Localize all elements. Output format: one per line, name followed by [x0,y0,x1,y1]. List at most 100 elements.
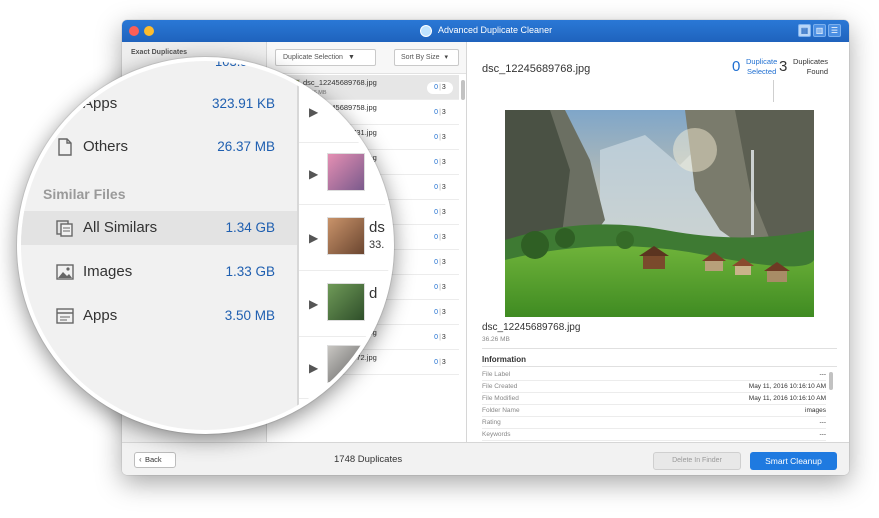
sidebar-item-others[interactable]: Others 26.37 MB [21,130,297,164]
sidebar-item-label: All Similars [83,219,158,236]
duplicates-selected-label: Duplicate Selected [746,57,778,76]
info-divider-top [482,348,837,349]
row-selection-count: 0|3 [434,109,446,116]
sort-dropdown-label: Sort By Size [401,54,440,61]
duplicates-selected-stat: 0 Duplicate Selected [732,55,777,85]
sidebar-item-images[interactable]: Images 1.33 GB [21,255,297,289]
row-selection-count: 0|3 [434,209,446,216]
sidebar-item-size: 26.37 MB [217,139,275,154]
detail-title: dsc_12245689768.jpg [482,63,591,75]
play-icon: ▶ [309,167,319,181]
bottom-bar: ‹ Back 1748 Duplicates Delete In Finder … [122,442,849,475]
info-value: May 11, 2016 10:16:10 AM [748,383,826,390]
back-button[interactable]: ‹ Back [134,452,176,468]
detail-panel: dsc_12245689768.jpg 0 Duplicate Selected … [468,42,849,453]
info-value: May 11, 2016 10:16:10 AM [748,395,826,402]
info-row: Keywords --- [482,429,826,441]
duplicates-found-stat: 3 Duplicates Found [779,55,839,85]
magnified-list-row[interactable]: ▶ d [299,271,390,337]
document-icon [55,137,75,157]
sidebar-item-size: 1.34 GB [225,220,275,235]
sort-dropdown[interactable]: Sort By Size ▾ [394,49,459,66]
play-icon: ▶ [309,231,319,245]
row-selection-count: 0|3 [434,359,446,366]
sidebar-item-all-similars[interactable]: All Similars 1.34 GB [21,211,297,245]
row-selection-count: 0|3 [434,184,446,191]
duplicates-found-count: 3 [779,58,788,75]
row-selection-count: 0|3 [434,334,446,341]
preview-file-size: 36.26 MB [482,336,510,343]
sidebar-item-size: 323.91 KB [211,96,275,111]
magnified-file-name: ds [369,219,385,236]
duplicates-total: 1748 Duplicates [334,454,403,465]
row-selection-count: 0|3 [434,234,446,241]
sidebar-item-size: 1.33 GB [225,264,275,279]
screenshot-stage: Advanced Duplicate Cleaner ▦ ▥ ☰ Exact D… [0,0,879,518]
duplicates-found-label: Duplicates Found [793,57,829,76]
info-value: --- [819,431,827,438]
sidebar-item-label: Images [83,263,133,280]
information-table: File Label --- File Created May 11, 2016 10… [482,369,826,453]
magnified-view: 103.53 Apps 323.91 KB Others 26.37 MB Si… [21,61,390,430]
info-row: Folder Name images [482,405,826,417]
info-row: File Created May 11, 2016 10:16:10 AM [482,381,826,393]
info-value: --- [819,419,827,426]
close-window-button[interactable] [129,26,139,36]
sidebar-item-label: Apps [83,95,118,112]
magnified-file-size: 33. [369,239,385,251]
smart-cleanup-button[interactable]: Smart Cleanup [750,452,837,470]
dropdown-caret-icon: ▼ [347,54,355,61]
row-selection-count: 0|3 [434,159,446,166]
app-logo-icon [420,25,432,37]
sidebar-item-label: Others [83,138,129,155]
info-key: File Created [482,383,518,390]
magnified-list-row[interactable]: ▶ [299,337,390,399]
info-scrollbar[interactable] [829,372,833,390]
chevron-left-icon: ‹ [139,455,142,464]
thumbnail [327,217,365,255]
magnified-list-row[interactable]: ▶ [299,81,390,143]
image-preview[interactable] [505,110,814,317]
back-label: Back [145,455,162,464]
info-key: File Modified [482,395,519,402]
list-view-icon[interactable]: ☰ [828,24,841,37]
thumbnail [327,153,365,191]
duplicate-selection-label: Duplicate Selection [283,54,343,61]
minimize-window-button[interactable] [144,26,154,36]
info-row: File Modified May 11, 2016 10:16:10 AM [482,393,826,405]
magnifier-lens: 103.53 Apps 323.91 KB Others 26.37 MB Si… [17,57,394,434]
row-selection-count: 0|3 [434,134,446,141]
info-key: File Label [482,371,511,378]
info-row: Rating --- [482,417,826,429]
sidebar-item-apps[interactable]: Apps 323.91 KB [21,87,297,121]
info-divider [482,366,837,367]
list-scrollbar[interactable] [461,80,465,100]
sidebar-item-similar-apps[interactable]: Apps 3.50 MB [21,299,297,333]
row-selection-count: 0|3 [434,284,446,291]
thumbnail [327,283,365,321]
info-key: Keywords [482,431,511,438]
sidebar-item-size: 3.50 MB [224,308,275,323]
grid-view-icon[interactable]: ▦ [798,24,811,37]
delete-in-finder-button[interactable]: Delete In Finder [653,452,741,470]
info-value: --- [819,371,827,378]
magnified-list-row[interactable]: ▶ [299,143,390,205]
view-switcher: ▦ ▥ ☰ [798,24,841,37]
preview-file-name: dsc_12245689768.jpg [482,322,581,333]
all-similars-icon [55,218,75,238]
magnified-list-row[interactable]: ▶ ds 33. [299,205,390,271]
info-key: Rating [482,419,501,426]
magnified-file-name: d [369,285,378,302]
duplicates-selected-count: 0 [732,58,741,75]
sidebar-header-exact-duplicates: Exact Duplicates [131,49,188,56]
row-selection-count: 0|3 [434,309,446,316]
info-row: File Label --- [482,369,826,381]
magnified-list: ▶ ▶ ▶ ds 33. ▶ d ▶ [297,61,390,430]
information-heading: Information [482,355,526,364]
play-icon: ▶ [309,105,319,119]
info-value: images [805,407,826,414]
title-bar: Advanced Duplicate Cleaner ▦ ▥ ☰ [122,20,849,42]
thumbnail [327,345,365,383]
play-icon: ▶ [309,361,319,375]
column-view-icon[interactable]: ▥ [813,24,826,37]
